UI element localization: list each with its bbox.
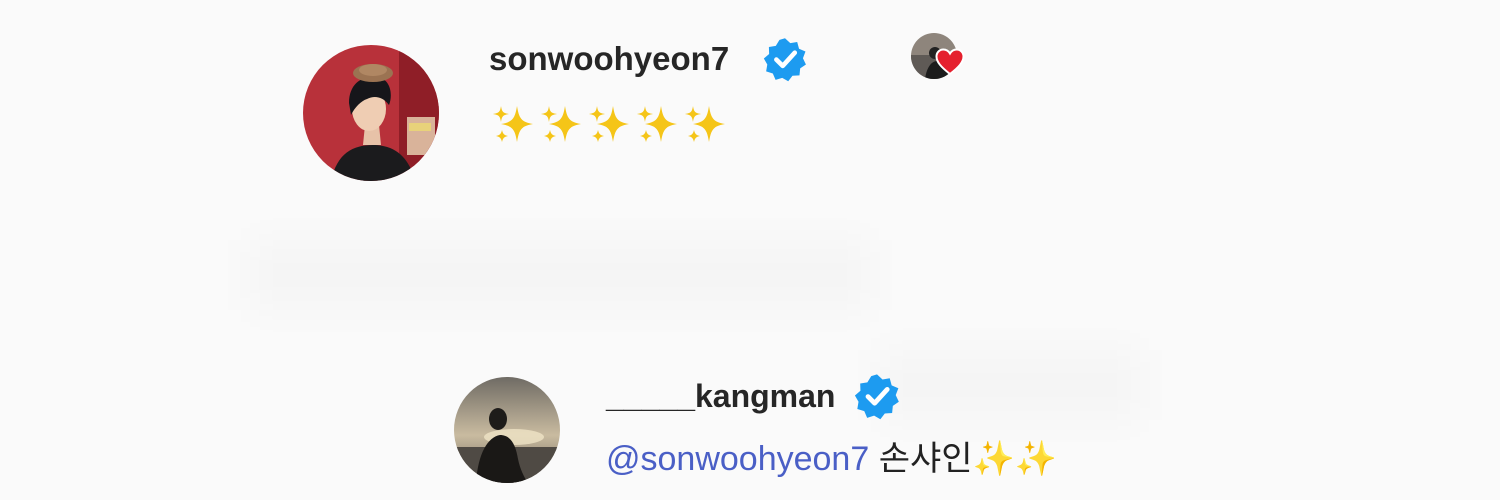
avatar[interactable]	[454, 377, 560, 483]
comment-username[interactable]: _____kangman	[606, 380, 835, 412]
comment-text: @sonwoohyeon7 손샤인✨✨	[606, 442, 1057, 476]
comment-text-value: 손샤인✨✨	[878, 439, 1058, 479]
verified-badge-icon	[853, 372, 901, 420]
comment-kangman: _____kangman @sonwoohyeon7 손샤인✨✨	[0, 0, 1500, 500]
mention-link[interactable]: @sonwoohyeon7	[606, 440, 869, 478]
